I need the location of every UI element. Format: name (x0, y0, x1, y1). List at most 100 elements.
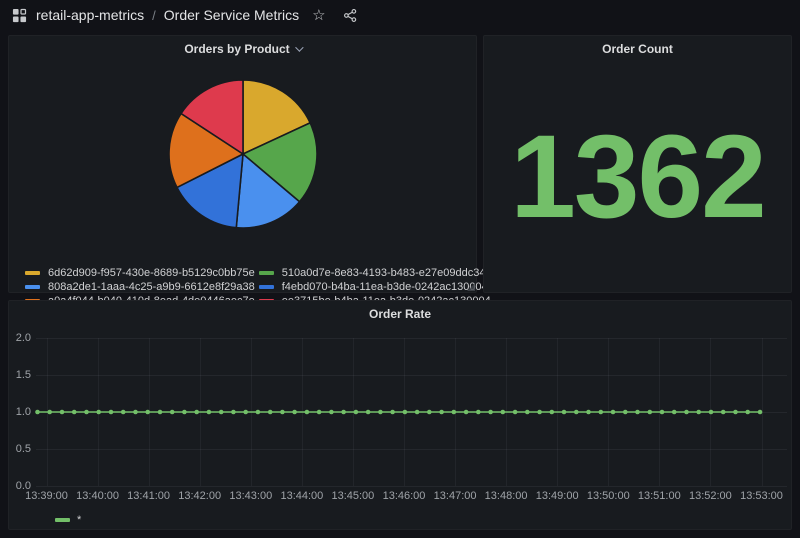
pie-chart[interactable] (9, 62, 476, 267)
legend-label: 6d62d909-f957-430e-8689-b5129c0bb75e (48, 267, 255, 279)
data-point[interactable] (745, 410, 750, 415)
series-legend-item[interactable]: * (55, 514, 81, 526)
legend-color-swatch (25, 271, 40, 275)
legend-color-swatch (25, 285, 40, 289)
data-point[interactable] (684, 410, 689, 415)
chevron-down-icon (295, 43, 303, 51)
data-point[interactable] (390, 410, 395, 415)
breadcrumb-folder[interactable]: retail-app-metrics (36, 7, 144, 23)
data-point[interactable] (317, 410, 322, 415)
data-point[interactable] (341, 410, 346, 415)
data-point[interactable] (231, 410, 236, 415)
legend-label: 510a0d7e-8e83-4193-b483-e27e09ddc34d (282, 267, 492, 279)
data-point[interactable] (72, 410, 77, 415)
data-point[interactable] (415, 410, 420, 415)
data-point[interactable] (611, 410, 616, 415)
panel-orders-by-product: Orders by Product 6d62d909-f957-430e-868… (8, 35, 477, 293)
data-point[interactable] (439, 410, 444, 415)
data-point[interactable] (219, 410, 224, 415)
data-point[interactable] (525, 410, 530, 415)
data-point[interactable] (378, 410, 383, 415)
data-point[interactable] (60, 410, 65, 415)
gridline (36, 486, 787, 487)
data-point[interactable] (464, 410, 469, 415)
data-point[interactable] (280, 410, 285, 415)
data-point[interactable] (207, 410, 212, 415)
data-point[interactable] (47, 410, 52, 415)
panel-menu-order-rate[interactable]: Order Rate (9, 301, 791, 327)
series-color-swatch (55, 518, 70, 522)
star-icon: ☆ (312, 8, 325, 23)
data-point[interactable] (623, 410, 628, 415)
x-tick-label: 13:53:00 (730, 490, 794, 502)
panel-menu-order-count[interactable]: Order Count (484, 36, 791, 62)
nav-bar: retail-app-metrics / Order Service Metri… (0, 0, 800, 30)
data-point[interactable] (758, 410, 763, 415)
legend-color-swatch (259, 271, 274, 275)
data-point[interactable] (672, 410, 677, 415)
data-point[interactable] (305, 410, 310, 415)
data-point[interactable] (182, 410, 187, 415)
data-point[interactable] (158, 410, 163, 415)
data-point[interactable] (256, 410, 261, 415)
data-point[interactable] (488, 410, 493, 415)
data-point[interactable] (243, 410, 248, 415)
data-point[interactable] (660, 410, 665, 415)
data-point[interactable] (268, 410, 273, 415)
y-tick-label: 0.5 (9, 443, 31, 455)
time-series-chart[interactable]: 0.00.51.01.52.0 13:39:0013:40:0013:41:00… (9, 327, 791, 529)
legend-item[interactable]: 6d62d909-f957-430e-8689-b5129c0bb75e (25, 267, 255, 278)
data-point[interactable] (476, 410, 481, 415)
data-point[interactable] (452, 410, 457, 415)
data-point[interactable] (550, 410, 555, 415)
legend-item[interactable]: 510a0d7e-8e83-4193-b483-e27e09ddc34d (259, 267, 492, 278)
data-point[interactable] (194, 410, 199, 415)
legend-item[interactable]: 808a2de1-1aaa-4c25-a9b9-6612e8f29a38 (25, 281, 255, 292)
plot-area[interactable] (36, 338, 787, 486)
dashboards-icon[interactable] (12, 8, 27, 23)
star-dashboard-button[interactable]: ☆ (308, 6, 329, 25)
data-point[interactable] (635, 410, 640, 415)
data-point[interactable] (292, 410, 297, 415)
legend-item[interactable]: f4ebd070-b4ba-11ea-b3de-0242ac130004 (259, 281, 492, 292)
data-point[interactable] (366, 410, 371, 415)
data-point[interactable] (121, 410, 126, 415)
data-point[interactable] (648, 410, 653, 415)
data-point[interactable] (537, 410, 542, 415)
data-point[interactable] (96, 410, 101, 415)
data-point[interactable] (562, 410, 567, 415)
stat-value: 1362 (484, 62, 791, 292)
y-tick-label: 1.0 (9, 406, 31, 418)
panel-title: Order Rate (369, 307, 431, 321)
panel-title: Orders by Product (184, 42, 289, 56)
data-point[interactable] (733, 410, 738, 415)
data-point[interactable] (427, 410, 432, 415)
breadcrumb-separator: / (152, 8, 156, 23)
breadcrumb-dashboard-title[interactable]: Order Service Metrics (164, 7, 299, 23)
data-point[interactable] (145, 410, 150, 415)
breadcrumb: retail-app-metrics / Order Service Metri… (36, 7, 299, 23)
data-point[interactable] (329, 410, 334, 415)
data-point[interactable] (709, 410, 714, 415)
data-point[interactable] (696, 410, 701, 415)
data-point[interactable] (35, 410, 40, 415)
data-point[interactable] (403, 410, 408, 415)
data-point[interactable] (84, 410, 89, 415)
data-point[interactable] (354, 410, 359, 415)
data-point[interactable] (586, 410, 591, 415)
data-point[interactable] (721, 410, 726, 415)
share-dashboard-button[interactable] (339, 6, 362, 25)
panel-menu-orders-by-product[interactable]: Orders by Product (9, 36, 476, 62)
data-point[interactable] (574, 410, 579, 415)
data-point[interactable] (513, 410, 518, 415)
data-point[interactable] (109, 410, 114, 415)
legend-label: 808a2de1-1aaa-4c25-a9b9-6612e8f29a38 (48, 281, 255, 293)
panel-order-rate: Order Rate 0.00.51.01.52.0 13:39:0013:40… (8, 300, 792, 530)
data-point[interactable] (599, 410, 604, 415)
legend-label: f4ebd070-b4ba-11ea-b3de-0242ac130004 (282, 281, 488, 293)
data-point[interactable] (501, 410, 506, 415)
data-point[interactable] (133, 410, 138, 415)
legend-color-swatch (259, 285, 274, 289)
series-line (36, 338, 787, 486)
data-point[interactable] (170, 410, 175, 415)
